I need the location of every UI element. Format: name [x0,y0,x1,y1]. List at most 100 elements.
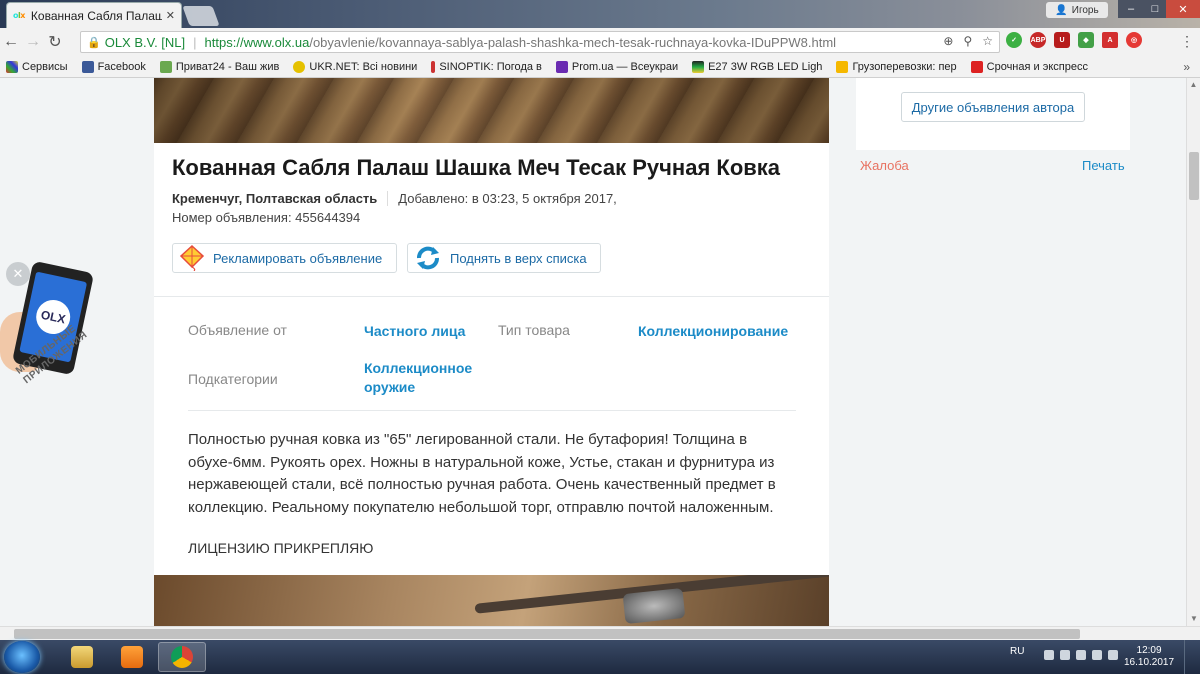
close-promo-icon[interactable]: ✕ [6,262,30,286]
bookmarks-overflow-icon[interactable]: » [1183,60,1190,74]
profile-name: Игорь [1071,4,1099,16]
tab-title: Кованная Сабля Палаш [30,8,162,23]
clock-time: 12:09 [1136,645,1162,656]
back-arrow-icon[interactable]: ← [0,33,22,51]
taskbar-explorer[interactable] [58,642,106,672]
bump-ad-button[interactable]: Поднять в верх списка [407,243,601,273]
horizontal-scrollbar[interactable] [0,626,1200,640]
profile-button[interactable]: 👤 Игорь [1046,2,1108,18]
scroll-up-icon[interactable]: ▲ [1187,78,1200,92]
horizontal-scrollbar-thumb[interactable] [14,629,1080,639]
bookmark-item[interactable]: Приват24 - Ваш жив [159,60,279,73]
bookmark-item[interactable]: Срочная и экспресс [970,60,1088,73]
new-tab-button[interactable] [182,6,220,26]
listing-ad-number: Номер объявления: 455644394 [172,210,361,225]
promote-ad-button[interactable]: Рекламировать объявление [172,243,397,273]
check-extension-icon[interactable]: ✓ [1006,32,1022,48]
address-bar[interactable]: 🔒 OLX B.V. [NL] | https://www.olx.ua /ob… [80,31,1000,53]
bookmark-label: E27 3W RGB LED Ligh [708,60,823,73]
system-tray [1044,650,1118,660]
bookmark-item[interactable]: Prom.ua — Всеукраи [555,60,679,73]
listing-photo[interactable] [154,78,829,143]
bookmark-item[interactable]: E27 3W RGB LED Ligh [692,60,823,73]
browser-menu-icon[interactable]: ⋮ [1180,33,1194,50]
complaint-link[interactable]: Жалоба [860,158,909,173]
pdf-icon[interactable]: A [1102,32,1118,48]
bookmark-star-icon[interactable]: ☆ [982,34,993,48]
zoom-icon[interactable]: ⊕ [943,34,953,48]
pin-icon[interactable]: ⚲ [963,34,972,48]
windows-taskbar: RU 12:09 16.10.2017 [0,640,1200,674]
param-value-subcategory[interactable]: Коллекционное оружие [364,359,490,397]
facebook-icon [81,60,94,73]
volume-icon[interactable] [1108,650,1118,660]
param-value-item-type[interactable]: Коллекционирование [638,322,788,341]
seller-card: Другие объявления автора [856,78,1130,150]
bookmark-label: Сервисы [22,60,68,73]
vertical-scrollbar[interactable]: ▲ ▼ [1186,78,1200,626]
adblock-plus-icon[interactable]: ABP [1030,32,1046,48]
bookmark-label: UKR.NET: Всі новини [309,60,418,73]
folder-icon [71,646,93,668]
scrollbar-thumb[interactable] [1189,152,1199,200]
window-titlebar: olx Кованная Сабля Палаш ✕ 👤 Игорь – □ ✕ [0,0,1200,28]
bookmark-item[interactable]: UKR.NET: Всі новини [293,60,418,73]
led-shop-icon [692,60,705,73]
minimize-button[interactable]: – [1118,0,1144,18]
start-button[interactable] [4,641,40,673]
ukrnet-icon [293,60,306,73]
target-extension-icon[interactable]: ◎ [1126,32,1142,48]
other-author-ads-button[interactable]: Другие объявления автора [901,92,1085,122]
clock-date: 16.10.2017 [1124,657,1175,668]
show-desktop-button[interactable] [1184,640,1200,674]
reload-icon[interactable]: ↻ [44,32,66,52]
browser-toolbar: ← → ↻ 🔒 OLX B.V. [NL] | https://www.olx.… [0,28,1200,56]
folder-icon [836,60,849,73]
bookmarks-bar: Сервисы Facebook Приват24 - Ваш жив UKR.… [0,56,1200,78]
lock-icon: 🔒 [87,36,101,49]
params-divider [188,410,796,411]
browser-tab[interactable]: olx Кованная Сабля Палаш ✕ [6,2,182,28]
maximize-button[interactable]: □ [1142,0,1168,18]
system-clock[interactable]: 12:09 16.10.2017 [1124,645,1174,669]
user-icon: 👤 [1055,4,1068,16]
listing-photo-2[interactable] [154,575,829,626]
param-label-item-type: Тип товара [498,322,570,338]
sinoptik-icon [431,60,436,73]
print-link[interactable]: Печать [1082,158,1125,173]
bookmark-label: Грузоперевозки: пер [852,60,957,73]
bookmark-label: Prom.ua — Всеукраи [571,60,679,73]
close-window-button[interactable]: ✕ [1166,0,1200,18]
scroll-down-icon[interactable]: ▼ [1187,612,1200,626]
taskbar-chrome[interactable] [158,642,206,672]
url-path: /obyavlenie/kovannaya-sablya-palash-shas… [309,34,837,50]
promote-ad-label: Рекламировать объявление [213,250,383,266]
listing-date: Добавлено: в 03:23, 5 октября 2017, [398,191,617,206]
bookmark-item[interactable]: Грузоперевозки: пер [836,60,957,73]
taskbar-media-player[interactable] [108,642,156,672]
bookmark-item[interactable]: Сервисы [6,60,68,73]
network-icon[interactable] [1060,650,1070,660]
section-divider [154,296,829,297]
extensions-bar: ✓ ABP U ◆ A ◎ [1006,32,1142,48]
shield-extension-icon[interactable]: U [1054,32,1070,48]
green-shield-icon[interactable]: ◆ [1078,32,1094,48]
action-center-icon[interactable] [1076,650,1086,660]
forward-arrow-icon[interactable]: → [22,33,44,51]
bookmark-item[interactable]: Facebook [81,60,146,73]
param-label-subcategory: Подкатегории [188,371,278,387]
apps-grid-icon [6,60,18,73]
listing-description: Полностью ручная ковка из "65" легирован… [188,431,776,516]
signal-icon[interactable] [1092,650,1102,660]
tab-close-icon[interactable]: ✕ [166,9,175,22]
url-separator: | [193,34,197,50]
param-value-seller-type[interactable]: Частного лица [364,322,465,341]
secure-label: OLX B.V. [NL] [104,34,186,50]
listing-title: Кованная Сабля Палаш Шашка Меч Тесак Руч… [172,155,781,180]
mobile-app-promo[interactable]: OLX ✕ МОБИЛЬНЫЕ ПРИЛОЖЕНИЯ [0,260,120,472]
tray-arrow-icon[interactable] [1044,650,1054,660]
media-player-icon [121,646,143,668]
language-indicator[interactable]: RU [1010,646,1024,657]
bookmark-item[interactable]: SINOPTIK: Погода в [431,60,542,73]
express-delivery-icon [970,60,983,73]
